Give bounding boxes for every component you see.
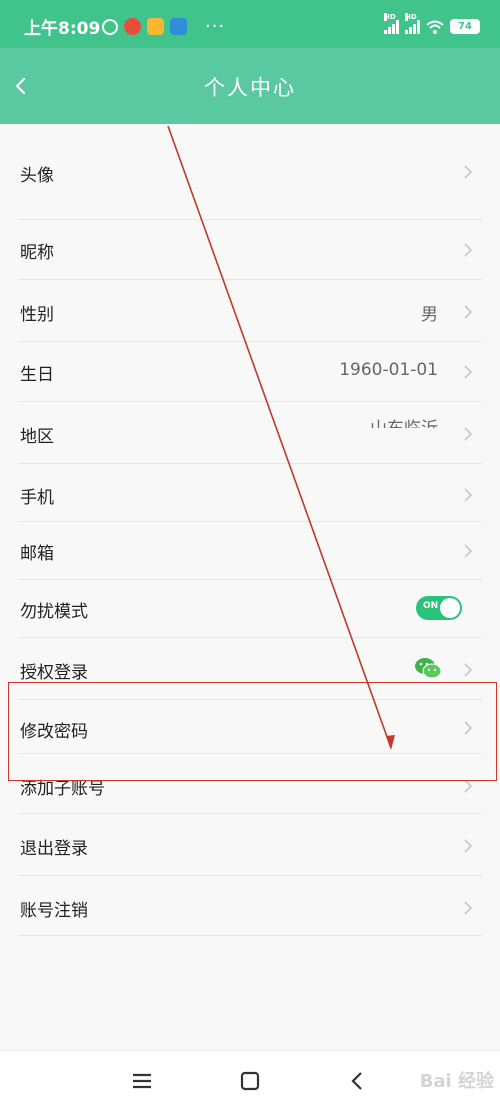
list-item-gender[interactable]: 性别 男 [0, 280, 500, 342]
list-item-label: 勿扰模式 [20, 602, 88, 622]
list-item-email[interactable]: 邮箱 [0, 522, 500, 580]
list-item-nickname[interactable]: 昵称 [0, 220, 500, 280]
menu-icon[interactable] [128, 1069, 156, 1093]
header-bar: 个人中心 [0, 48, 500, 124]
list-item-label: 账号注销 [20, 901, 88, 921]
region-value: 山东临沂 [370, 414, 438, 428]
list-item-label: 昵称 [20, 243, 54, 263]
birthday-value: 1960-01-01 [339, 360, 438, 380]
list-item-label: 邮箱 [20, 544, 54, 564]
list-item-label: 生日 [20, 365, 54, 385]
signal-icon-2: HD [405, 13, 420, 34]
status-bar: 上午8:09 ··· HD HD 74 [0, 0, 500, 48]
profile-settings-list: 头像 昵称 性别 男 生日 1960-01-01 地区 山东临沂 手机 邮箱 勿… [0, 124, 500, 1050]
list-item-label: 退出登录 [20, 839, 88, 859]
alarm-icon [102, 18, 118, 35]
message-notification-icon [147, 18, 164, 35]
do-not-disturb-toggle[interactable]: ON [416, 596, 462, 620]
list-item-label: 性别 [20, 305, 54, 325]
list-item-avatar[interactable]: 头像 [0, 124, 500, 220]
nav-back-icon[interactable] [344, 1069, 372, 1093]
wechat-icon [415, 658, 442, 679]
status-time: 上午8:09 [24, 19, 101, 39]
wifi-icon [426, 20, 444, 34]
chevron-right-icon [464, 839, 473, 853]
weather-notification-icon [170, 18, 187, 35]
list-item-label: 头像 [20, 166, 54, 186]
system-nav-bar: Bai 经验 [0, 1050, 500, 1111]
list-item-birthday[interactable]: 生日 1960-01-01 [0, 342, 500, 402]
chevron-right-icon [464, 663, 473, 677]
chevron-right-icon [464, 365, 473, 379]
status-notification-icons: ··· [102, 16, 225, 37]
signal-icon: HD [384, 13, 399, 34]
app-notification-icon [124, 18, 141, 35]
list-item-delete-account[interactable]: 账号注销 [0, 876, 500, 936]
home-icon[interactable] [236, 1069, 264, 1093]
chevron-right-icon [464, 305, 473, 319]
toggle-knob [440, 598, 460, 618]
chevron-right-icon [464, 243, 473, 257]
watermark: Bai 经验 [419, 1071, 494, 1092]
chevron-right-icon [464, 488, 473, 502]
page-title: 个人中心 [204, 76, 296, 100]
status-system-icons: HD HD 74 [384, 13, 480, 34]
battery-icon: 74 [450, 19, 480, 34]
chevron-right-icon [464, 901, 473, 915]
chevron-right-icon [464, 427, 473, 441]
chevron-right-icon [464, 165, 473, 179]
list-item-do-not-disturb: 勿扰模式 ON [0, 580, 500, 638]
list-item-logout[interactable]: 退出登录 [0, 814, 500, 876]
chevron-right-icon [464, 544, 473, 558]
list-item-phone[interactable]: 手机 [0, 464, 500, 522]
list-item-region[interactable]: 地区 山东临沂 [0, 402, 500, 464]
list-item-label: 地区 [20, 427, 54, 447]
gender-value: 男 [421, 305, 438, 325]
list-item-label: 手机 [20, 488, 54, 508]
more-notifications-icon: ··· [205, 16, 226, 37]
highlight-box [8, 682, 497, 781]
list-item-label: 授权登录 [20, 663, 88, 683]
toggle-state-label: ON [423, 601, 439, 611]
